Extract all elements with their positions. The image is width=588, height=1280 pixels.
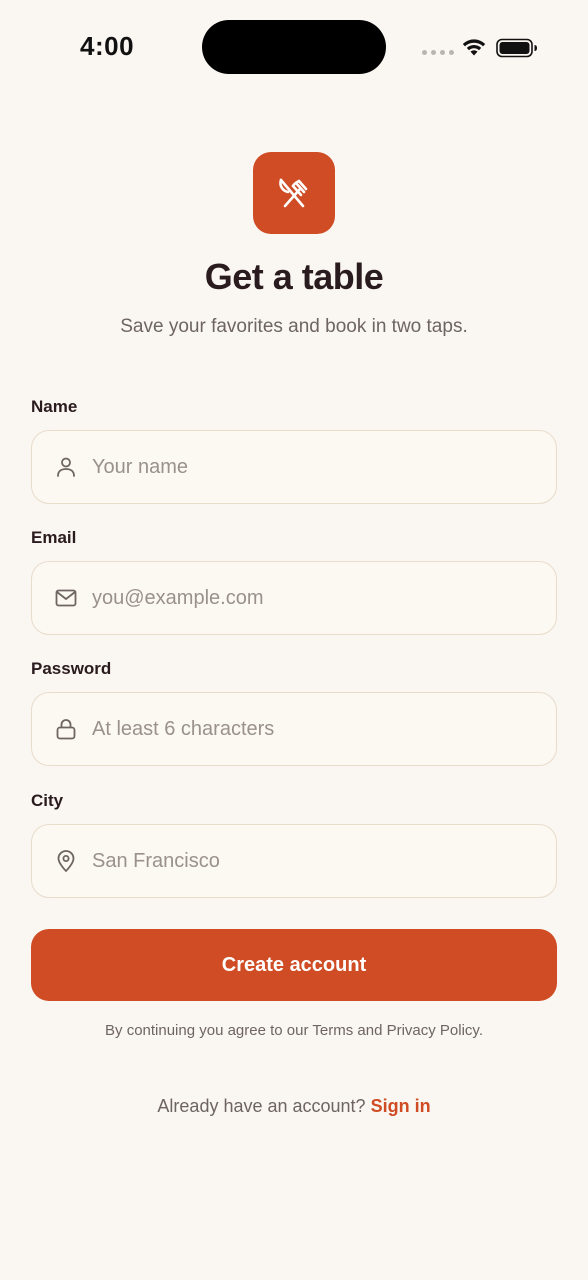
person-icon — [54, 455, 78, 479]
location-pin-icon — [54, 849, 78, 873]
email-input[interactable] — [92, 562, 556, 634]
name-field[interactable] — [31, 430, 557, 504]
password-label: Password — [31, 659, 112, 678]
city-input[interactable] — [92, 825, 556, 897]
signin-prompt: Already have an account? — [157, 1096, 371, 1116]
signin-row: Already have an account? Sign in — [0, 1096, 588, 1117]
city-label: City — [31, 791, 64, 810]
name-input[interactable] — [92, 431, 556, 503]
status-time: 4:00 — [80, 31, 135, 61]
dynamic-island — [202, 20, 386, 74]
city-field[interactable] — [31, 824, 557, 898]
page-subtitle: Save your favorites and book in two taps… — [120, 316, 468, 337]
cellular-signal-icon — [422, 50, 454, 55]
lock-icon — [54, 717, 78, 741]
status-bar: 4:00 — [0, 0, 588, 94]
create-account-button[interactable]: Create account — [31, 929, 557, 1001]
terms-notice: By continuing you agree to our Terms and… — [105, 1022, 483, 1039]
mail-icon — [54, 586, 78, 610]
email-label: Email — [31, 528, 77, 547]
battery-icon — [496, 38, 537, 58]
password-input[interactable] — [92, 693, 556, 765]
sign-in-link[interactable]: Sign in — [371, 1096, 431, 1116]
fork-knife-icon — [279, 178, 308, 208]
password-field[interactable] — [31, 692, 557, 766]
wifi-icon — [462, 39, 486, 56]
email-field[interactable] — [31, 561, 557, 635]
page-title: Get a table — [204, 256, 384, 297]
name-label: Name — [31, 397, 78, 416]
app-logo — [253, 152, 335, 234]
